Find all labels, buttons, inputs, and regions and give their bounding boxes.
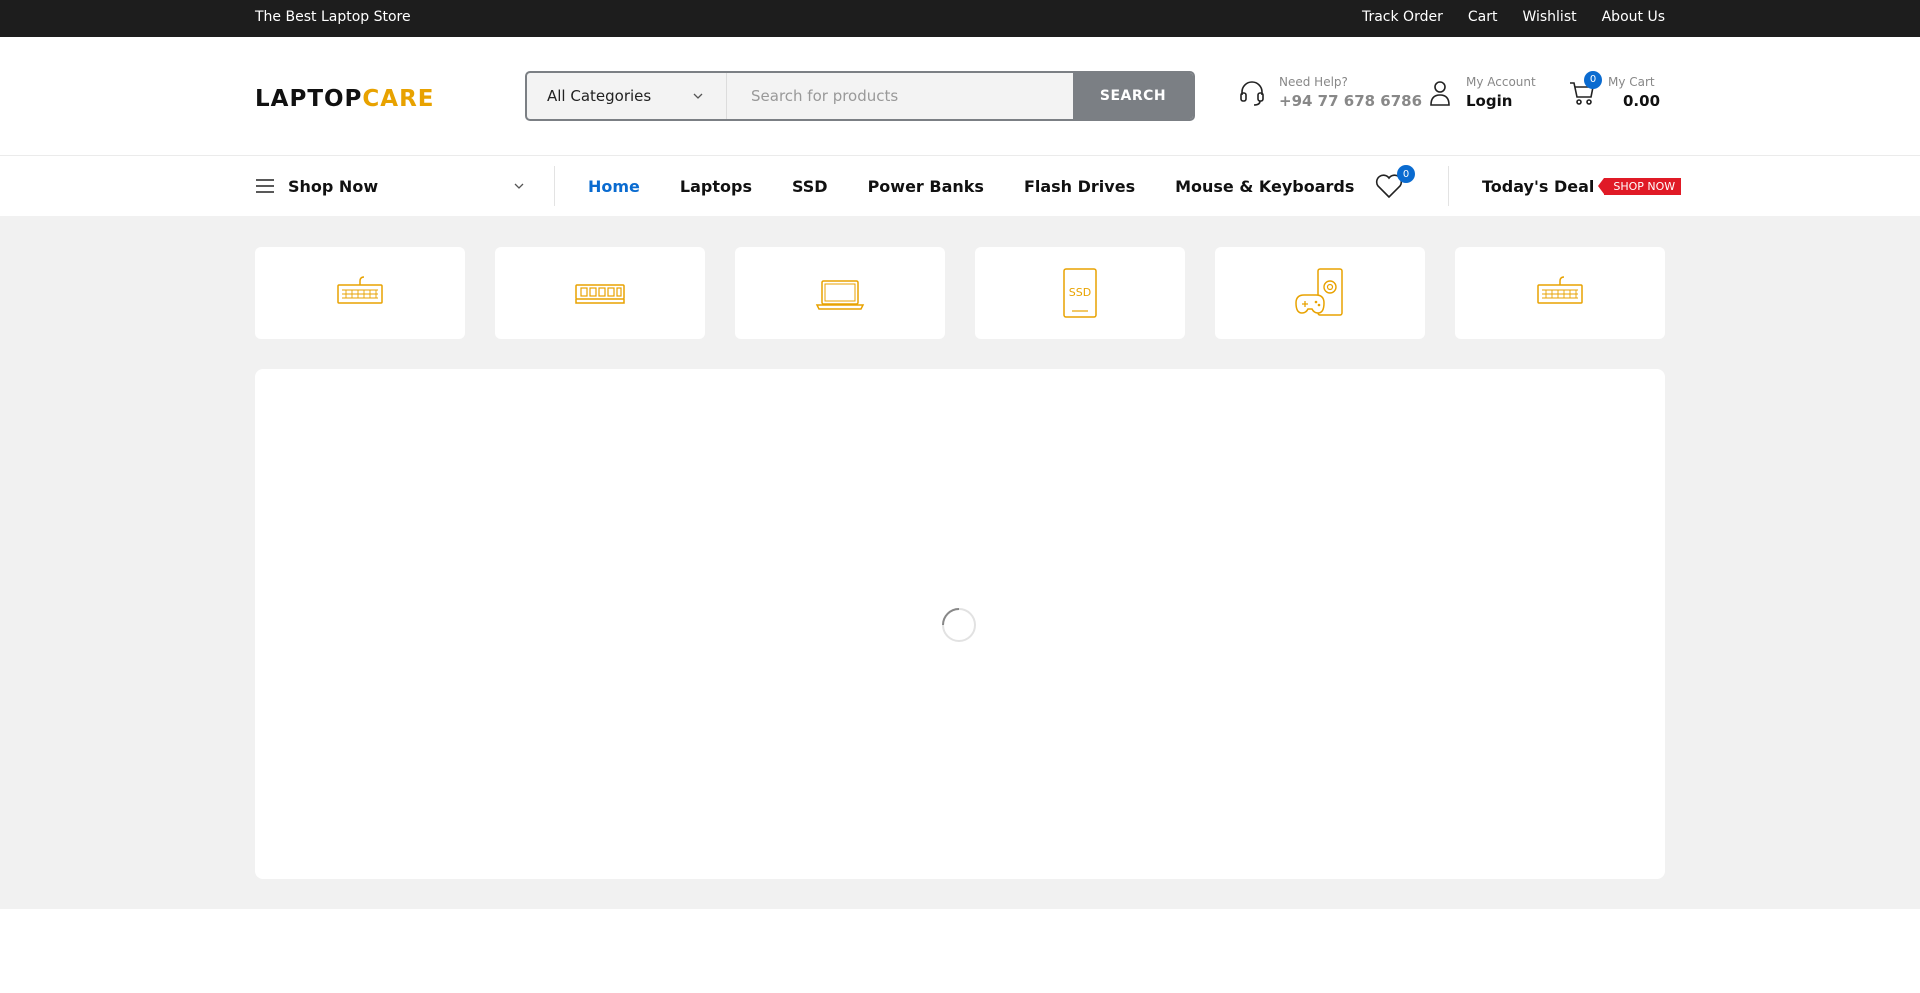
logo-part-care: CARE (362, 86, 435, 112)
search-bar: All Categories SEARCH (525, 71, 1195, 121)
ssd-icon: SSD (1063, 268, 1097, 318)
wishlist-count-badge: 0 (1397, 165, 1415, 183)
todays-deal-link[interactable]: Today's Deal SHOP NOW (1482, 156, 1682, 216)
main-panel (255, 369, 1665, 879)
help-phone[interactable]: +94 77 678 6786 (1279, 92, 1422, 110)
account-link[interactable]: My Account Login (1428, 75, 1536, 110)
category-card[interactable] (735, 247, 945, 339)
nav-ssd[interactable]: SSD (792, 177, 828, 196)
cart-summary[interactable]: 0 My Cart 0.00 (1568, 70, 1661, 110)
nav-mouse-keyboards[interactable]: Mouse & Keyboards (1175, 177, 1354, 196)
ram-icon (575, 284, 625, 304)
cart-count-badge: 0 (1584, 70, 1602, 89)
wishlist-link[interactable]: Wishlist (1522, 9, 1576, 25)
cart-icon-wrap: 0 (1568, 70, 1602, 107)
loading-spinner-icon (942, 608, 976, 642)
category-card[interactable] (255, 247, 465, 339)
category-strip: SSD (255, 247, 1665, 339)
wishlist-button[interactable]: 0 (1375, 165, 1415, 199)
nav-power-banks[interactable]: Power Banks (868, 177, 984, 196)
nav-laptops[interactable]: Laptops (680, 177, 752, 196)
nav-flash-drives[interactable]: Flash Drives (1024, 177, 1135, 196)
nav-divider (1448, 166, 1449, 206)
ssd-icon-text: SSD (1069, 286, 1091, 299)
track-order-link[interactable]: Track Order (1362, 9, 1443, 25)
login-link[interactable]: Login (1466, 92, 1536, 110)
site-header: LAPTOPCARE All Categories SEARCH Need He… (0, 37, 1920, 156)
top-bar: The Best Laptop Store Track Order Cart W… (0, 0, 1920, 37)
category-card[interactable] (1455, 247, 1665, 339)
category-card[interactable] (495, 247, 705, 339)
top-links: Track Order Cart Wishlist About Us (1362, 9, 1665, 25)
headset-icon (1240, 80, 1264, 106)
category-card[interactable] (1215, 247, 1425, 339)
chevron-down-icon (514, 183, 524, 189)
main-nav: Shop Now Home Laptops SSD Power Banks Fl… (0, 156, 1920, 216)
category-card[interactable]: SSD (975, 247, 1185, 339)
nav-home[interactable]: Home (588, 177, 640, 196)
shop-now-dropdown[interactable]: Shop Now (255, 156, 525, 216)
shop-now-tag: SHOP NOW (1598, 177, 1682, 195)
chevron-down-icon (693, 93, 703, 99)
cart-label: My Cart (1608, 75, 1655, 89)
about-us-link[interactable]: About Us (1602, 9, 1665, 25)
main-content: SSD (0, 216, 1920, 909)
keyboard-icon (337, 276, 383, 304)
laptop-icon (815, 280, 865, 310)
shop-now-label: Shop Now (288, 176, 379, 196)
keyboard-icon (1537, 276, 1583, 304)
cart-total: 0.00 (1623, 92, 1661, 110)
account-label: My Account (1466, 75, 1536, 89)
logo-part-laptop: LAPTOP (255, 86, 363, 112)
user-icon (1430, 80, 1450, 106)
nav-links: Home Laptops SSD Power Banks Flash Drive… (588, 156, 1354, 216)
todays-deal-label: Today's Deal (1482, 176, 1595, 196)
help-contact[interactable]: Need Help? +94 77 678 6786 (1237, 75, 1422, 110)
store-tagline: The Best Laptop Store (255, 9, 411, 25)
category-select-value: All Categories (547, 87, 652, 105)
cart-link[interactable]: Cart (1468, 9, 1498, 25)
category-select[interactable]: All Categories (527, 73, 727, 119)
nav-divider (554, 166, 555, 206)
search-input[interactable] (727, 73, 1073, 119)
search-button[interactable]: SEARCH (1073, 73, 1193, 119)
help-label: Need Help? (1279, 75, 1348, 89)
site-logo[interactable]: LAPTOP CARE (255, 86, 435, 112)
gaming-icon (1295, 268, 1343, 316)
menu-icon (256, 179, 274, 193)
